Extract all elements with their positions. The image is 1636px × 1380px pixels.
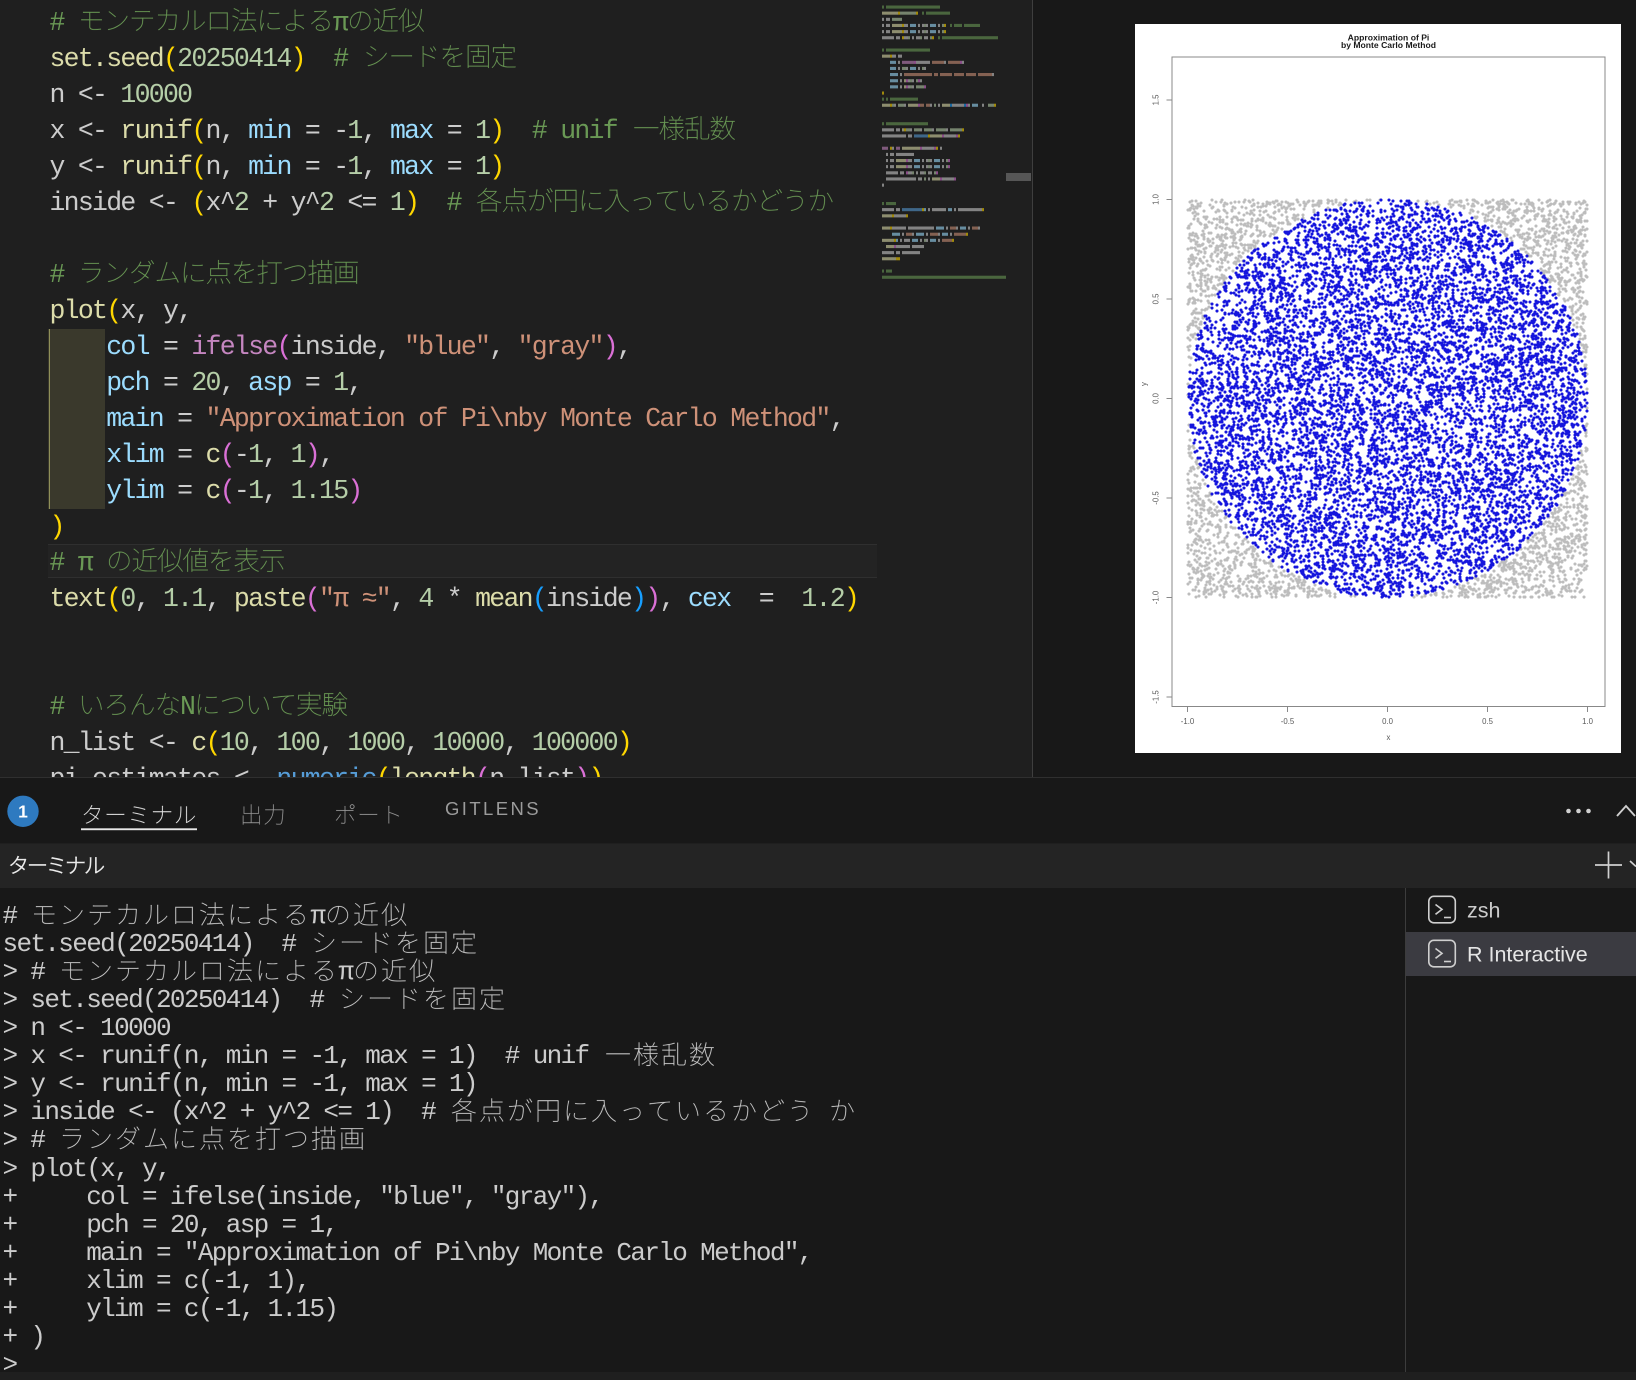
svg-text:1: 1: [18, 801, 28, 821]
svg-text:by Monte Carlo Method: by Monte Carlo Method: [1341, 40, 1436, 50]
svg-text:-1.5: -1.5: [1151, 690, 1160, 704]
svg-text:-1.0: -1.0: [1181, 717, 1195, 726]
svg-text:0.5: 0.5: [1151, 293, 1160, 305]
svg-text:R Interactive: R Interactive: [1467, 943, 1588, 967]
svg-text:1.0: 1.0: [1151, 193, 1160, 205]
svg-text:0.0: 0.0: [1151, 392, 1160, 404]
svg-text:y: y: [1139, 382, 1148, 386]
svg-text:-0.5: -0.5: [1151, 491, 1160, 505]
svg-text:zsh: zsh: [1467, 899, 1500, 923]
svg-text:-0.5: -0.5: [1281, 717, 1295, 726]
svg-text:1.0: 1.0: [1582, 717, 1594, 726]
svg-text:0.0: 0.0: [1382, 717, 1394, 726]
svg-text:0.5: 0.5: [1482, 717, 1494, 726]
svg-text:x: x: [1387, 733, 1391, 742]
svg-text:1.5: 1.5: [1151, 94, 1160, 106]
svg-text:-1.0: -1.0: [1151, 590, 1160, 604]
